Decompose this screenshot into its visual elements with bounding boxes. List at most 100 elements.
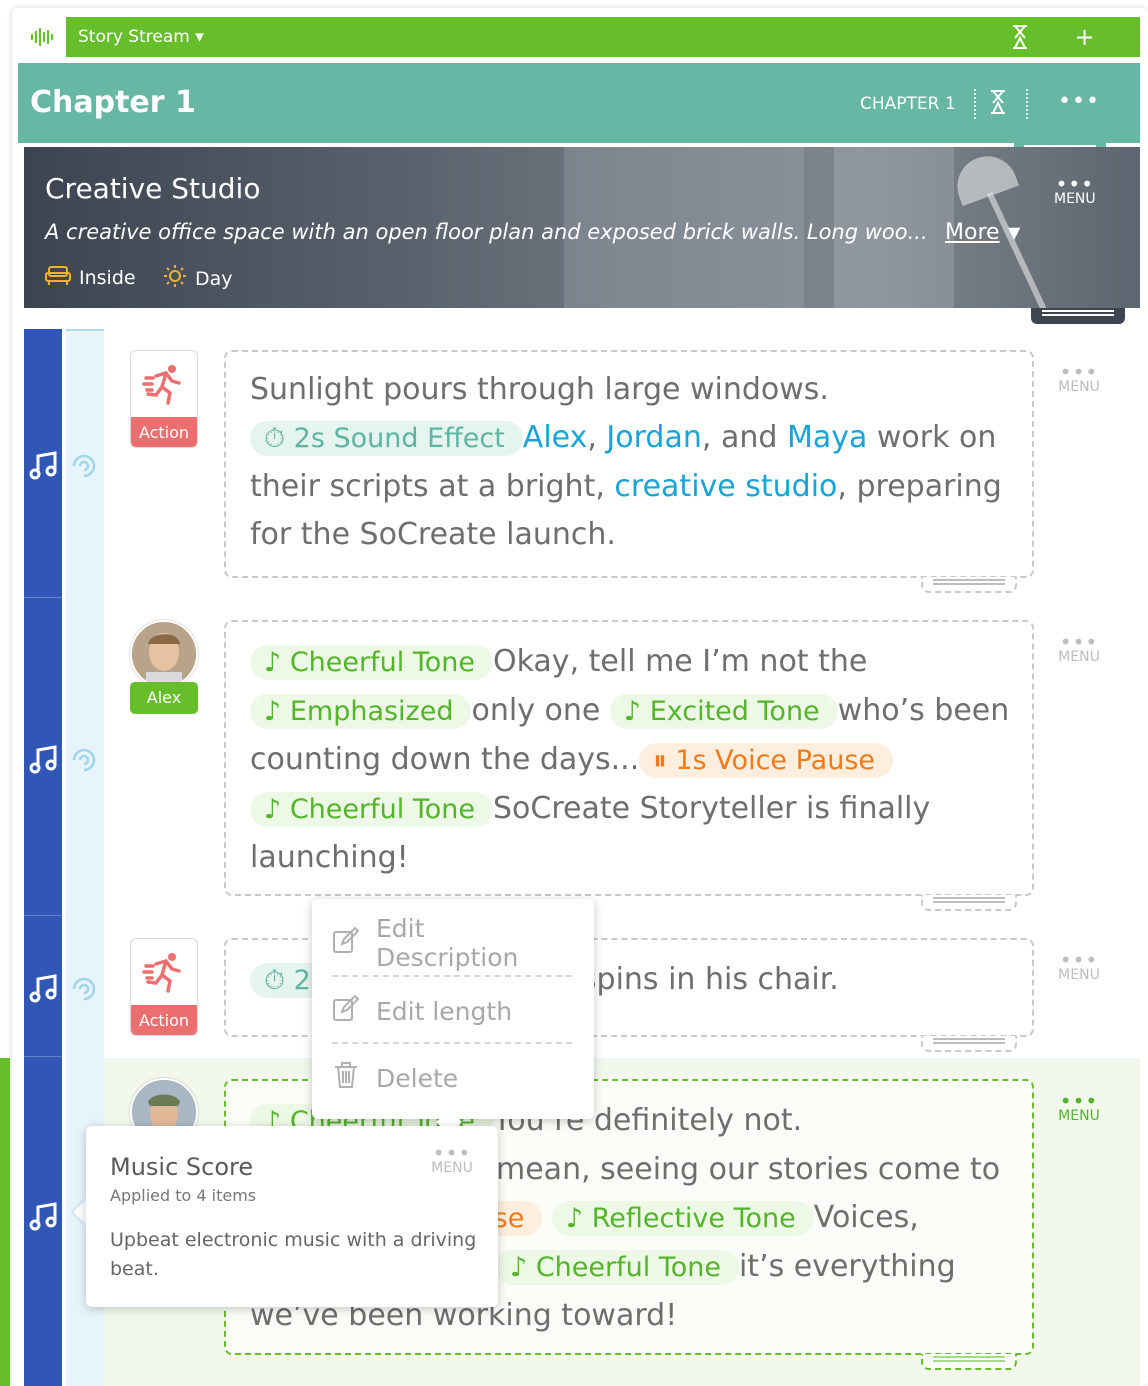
tone-chip[interactable]: ♪ Excited Tone [609, 694, 838, 729]
character-name-badge[interactable]: Alex [130, 682, 198, 714]
hourglass-icon[interactable] [990, 90, 1006, 118]
scene-resize-handle[interactable] [1031, 308, 1125, 324]
character-link[interactable]: Maya [787, 420, 867, 455]
scene-time: Day [163, 264, 233, 293]
text-segment: spins in his chair. [580, 962, 839, 997]
ambience-swirl-icon[interactable] [70, 452, 100, 482]
chapter-menu-button[interactable]: ••• [1058, 89, 1100, 114]
menu-dots-icon: ••• [1059, 1089, 1099, 1113]
divider [974, 89, 976, 119]
menu-dots-icon: ••• [1059, 948, 1099, 972]
story-stream-title: Story Stream ▾ [78, 27, 204, 47]
menu-dots-icon: ••• [1059, 360, 1099, 384]
row-menu-button[interactable]: ••• MENU [1050, 360, 1108, 395]
action-badge[interactable]: Action [130, 350, 198, 448]
music-note-icon[interactable] [29, 1201, 59, 1235]
music-note-icon[interactable] [29, 744, 59, 778]
ambience-swirl-icon[interactable] [70, 746, 100, 776]
voice-tone-icon: ♪ [264, 647, 282, 678]
sound-effect-chip[interactable]: ⏱ 2s Sound Effect [250, 421, 523, 456]
stopwatch-icon: ⏱ [264, 965, 286, 996]
text-segment: only one [471, 693, 601, 728]
menu-label: MENU [431, 1160, 473, 1176]
tone-chip[interactable]: ♪ Reflective Tone [551, 1201, 814, 1236]
location-link[interactable]: creative studio [614, 469, 837, 504]
chip-label: Cheerful Tone [289, 647, 475, 678]
action-label: Action [131, 417, 197, 447]
action-paragraph: Sunlight pours through large windows. ⏱ … [250, 366, 1020, 559]
menu-dots-icon: ••• [1055, 172, 1095, 196]
row-menu-button[interactable]: ••• MENU [1050, 1089, 1108, 1124]
delete-menu-item[interactable]: Delete [332, 1048, 572, 1108]
chip-label: Cheerful Tone [535, 1252, 721, 1283]
divider [332, 1042, 572, 1044]
running-person-icon [131, 939, 197, 1005]
text-segment: Okay, tell me I’m not the [492, 644, 868, 679]
caret-down-icon[interactable]: ▼ [1008, 223, 1020, 242]
scene-background [948, 147, 1020, 207]
pause-icon: ⏸ [653, 745, 667, 776]
character-link[interactable]: Alex [523, 420, 588, 455]
scene-background [986, 191, 1048, 308]
divider [332, 975, 572, 977]
card-resize-handle[interactable] [921, 1354, 1017, 1370]
character-link[interactable]: Jordan [606, 420, 701, 455]
action-badge[interactable]: Action [130, 938, 198, 1036]
voice-tone-icon: ♪ [264, 794, 282, 825]
voice-pause-chip[interactable]: ⏸ 1s Voice Pause [639, 743, 894, 778]
avatar[interactable] [130, 620, 198, 688]
scene-time-label: Day [195, 267, 233, 290]
tooltip-description: Upbeat electronic music with a driving b… [110, 1229, 477, 1280]
menu-label: MENU [1058, 967, 1100, 983]
scene-more-link[interactable]: More [945, 220, 1000, 245]
menu-label: MENU [1058, 649, 1100, 665]
chapter-header[interactable]: Chapter 1 CHAPTER 1 ••• [18, 63, 1140, 143]
add-stream-button[interactable]: + [1029, 17, 1140, 57]
waveform-icon[interactable] [18, 17, 66, 57]
voice-tone-icon: ♪ [264, 696, 282, 727]
tooltip-subtitle: Applied to 4 items [110, 1186, 257, 1205]
chip-label: Excited Tone [649, 696, 820, 727]
divider [24, 915, 104, 916]
text-segment: Sunlight pours through large windows. [250, 372, 829, 407]
tooltip-menu-button[interactable]: ••• MENU [424, 1141, 480, 1176]
scene-description: A creative office space with an open flo… [45, 220, 928, 244]
scene-banner[interactable]: Creative Studio A creative office space … [24, 147, 1140, 308]
divider [24, 597, 104, 598]
stopwatch-icon: ⏱ [264, 423, 286, 454]
row-menu-button[interactable]: ••• MENU [1050, 948, 1108, 983]
menu-dots-icon: ••• [432, 1141, 472, 1165]
scene-title: Creative Studio [45, 172, 261, 205]
edit-description-menu-item[interactable]: Edit Description [332, 913, 572, 973]
story-stream-selector[interactable]: Story Stream ▾ [66, 17, 1042, 57]
edit-length-menu-item[interactable]: Edit length [332, 981, 572, 1041]
card-resize-handle[interactable] [921, 577, 1017, 593]
text-segment: , and [701, 420, 787, 455]
voice-tone-icon: ♪ [623, 696, 642, 727]
menu-label: MENU [1058, 379, 1100, 395]
tone-chip[interactable]: ♪ Cheerful Tone [496, 1250, 739, 1285]
card-resize-handle[interactable] [921, 895, 1017, 911]
menu-item-label: Edit length [376, 996, 513, 1026]
row-menu-button[interactable]: ••• MENU [1050, 632, 1108, 665]
text-segment: , [587, 420, 607, 455]
tooltip-title: Music Score [110, 1153, 254, 1181]
tone-chip[interactable]: ♪ Cheerful Tone [250, 645, 493, 680]
music-note-icon[interactable] [29, 450, 59, 484]
tone-chip[interactable]: ♪ Cheerful Tone [250, 792, 493, 827]
hourglass-icon[interactable] [1012, 25, 1028, 53]
scene-location-label: Inside [79, 266, 136, 289]
chip-label: Emphasized [289, 696, 454, 727]
tone-chip[interactable]: ♪ Emphasized [250, 694, 472, 729]
menu-item-label: Edit Description [376, 914, 519, 972]
scene-menu-button[interactable]: ••• MENU [1054, 172, 1096, 207]
chip-label: Reflective Tone [591, 1203, 796, 1234]
chapter-title: Chapter 1 [30, 85, 196, 120]
pencil-icon [332, 994, 360, 1028]
menu-item-label: Delete [376, 1063, 459, 1093]
chip-label: 1s Voice Pause [675, 745, 876, 776]
card-resize-handle[interactable] [921, 1036, 1017, 1052]
music-note-icon[interactable] [29, 973, 59, 1007]
ambience-swirl-icon[interactable] [70, 975, 100, 1005]
sun-icon [163, 264, 187, 293]
